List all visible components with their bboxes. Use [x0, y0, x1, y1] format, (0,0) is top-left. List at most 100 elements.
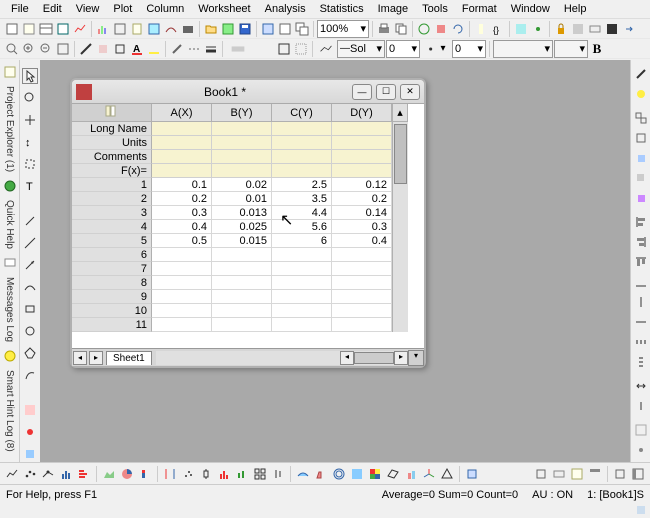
menu-format[interactable]: Format	[455, 1, 504, 17]
horizontal-scrollbar[interactable]	[354, 352, 394, 364]
region-tool-icon[interactable]	[22, 367, 38, 383]
new-project-icon[interactable]	[4, 21, 20, 37]
new-notes-icon[interactable]	[129, 21, 145, 37]
cell[interactable]: 2.5	[272, 178, 332, 192]
new-matrix-icon[interactable]	[55, 21, 71, 37]
import-multiple-icon[interactable]	[294, 21, 310, 37]
scatter-plot-button[interactable]	[22, 466, 38, 482]
font-combo[interactable]: ▾	[493, 40, 553, 58]
zoom-combo[interactable]: 100%▾	[317, 20, 369, 38]
draw-tool-icon[interactable]	[22, 213, 38, 229]
script-icon[interactable]	[570, 21, 586, 37]
align-bottom-icon[interactable]	[633, 274, 649, 290]
column-header-c[interactable]: C(Y)	[272, 104, 332, 122]
row-fx[interactable]: F(x)=	[72, 164, 152, 178]
template-library-icon[interactable]	[180, 21, 196, 37]
import-wizard-icon[interactable]	[260, 21, 276, 37]
rescale-all-icon[interactable]	[55, 41, 71, 57]
new-layout-icon[interactable]	[112, 21, 128, 37]
quick-help-tab[interactable]: Quick Help	[2, 196, 17, 253]
align-left-icon[interactable]	[633, 214, 649, 230]
first-sheet-button[interactable]: ◂	[73, 351, 87, 365]
code-builder-icon[interactable]: {}	[490, 21, 506, 37]
window-titlebar[interactable]: Book1 * — ☐ ✕	[72, 80, 424, 104]
mask-point-icon[interactable]	[22, 424, 38, 440]
new-graph2-icon[interactable]	[95, 21, 111, 37]
menu-statistics[interactable]: Statistics	[313, 1, 371, 17]
template-plot-button[interactable]	[464, 466, 480, 482]
hint-toggle-icon[interactable]	[2, 348, 18, 364]
minimize-button[interactable]: —	[352, 84, 372, 100]
3d-xyz-button[interactable]	[421, 466, 437, 482]
prev-sheet-button[interactable]: ▸	[89, 351, 103, 365]
pattern-icon[interactable]	[226, 41, 250, 57]
back-icon[interactable]	[633, 170, 649, 186]
import-ascii-icon[interactable]	[277, 21, 293, 37]
column-plot-button[interactable]	[58, 466, 74, 482]
rescale-icon[interactable]	[4, 41, 20, 57]
ungroup-icon[interactable]	[633, 130, 649, 146]
transfer-icon[interactable]	[621, 21, 637, 37]
bring-data-icon[interactable]	[633, 190, 649, 206]
bold-button[interactable]: B	[589, 41, 605, 57]
arrow-tool-icon[interactable]	[22, 257, 38, 273]
light-icon[interactable]	[633, 86, 649, 102]
no-border-icon[interactable]	[293, 41, 309, 57]
scroll-down-button[interactable]: ▾	[408, 350, 424, 366]
worksheet[interactable]: A(X) B(Y) C(Y) D(Y) ▴ Long Name Units Co…	[72, 104, 424, 348]
cell[interactable]: 0.4	[332, 234, 392, 248]
menu-column[interactable]: Column	[139, 1, 191, 17]
menu-plot[interactable]: Plot	[106, 1, 139, 17]
corner-cell[interactable]	[72, 104, 152, 122]
group-icon[interactable]	[633, 110, 649, 126]
align-right-icon[interactable]	[633, 234, 649, 250]
line-tool-icon[interactable]	[22, 235, 38, 251]
line-style-combo[interactable]: — Sol▾	[337, 40, 385, 58]
results-icon[interactable]	[569, 466, 585, 482]
cell[interactable]: 0.14	[332, 206, 392, 220]
workbook-window[interactable]: Book1 * — ☐ ✕ A(X) B(Y) C(Y) D(Y) ▴ Long…	[70, 78, 426, 368]
highlight-icon[interactable]	[146, 41, 162, 57]
cell[interactable]: 4.4	[272, 206, 332, 220]
mask-roi-icon[interactable]	[22, 402, 38, 418]
row-number[interactable]: 1	[72, 178, 152, 192]
text-tool-icon[interactable]: T	[22, 178, 38, 194]
close-button[interactable]: ✕	[400, 84, 420, 100]
menu-worksheet[interactable]: Worksheet	[191, 1, 257, 17]
3d-bar-button[interactable]	[313, 466, 329, 482]
selection-tool-icon[interactable]	[22, 156, 38, 172]
snap-grid-icon[interactable]	[633, 422, 649, 438]
fill-picker-icon[interactable]	[112, 41, 128, 57]
area-plot-button[interactable]	[101, 466, 117, 482]
curve-tool-icon[interactable]	[22, 279, 38, 295]
pt-size-combo[interactable]: 0▾	[452, 40, 486, 58]
cell[interactable]: 0.3	[152, 206, 212, 220]
project-explorer-tab[interactable]: Project Explorer (1)	[2, 82, 17, 176]
align-vcenter-icon[interactable]	[633, 314, 649, 330]
row-number[interactable]: 4	[72, 220, 152, 234]
recalculate-icon[interactable]	[416, 21, 432, 37]
cell[interactable]: 0.12	[332, 178, 392, 192]
3d-surface-button[interactable]	[295, 466, 311, 482]
snap-axis-icon[interactable]	[633, 502, 649, 518]
line-weight-icon[interactable]	[203, 41, 219, 57]
size-combo[interactable]: 0▾	[386, 40, 420, 58]
menu-window[interactable]: Window	[504, 1, 557, 17]
menu-analysis[interactable]: Analysis	[258, 1, 313, 17]
cell[interactable]: 5.6	[272, 220, 332, 234]
front-icon[interactable]	[633, 150, 649, 166]
row-units[interactable]: Units	[72, 136, 152, 150]
hscroll-right-button[interactable]: ▸	[394, 351, 408, 365]
print-icon[interactable]	[376, 21, 392, 37]
cell[interactable]: 0.015	[212, 234, 272, 248]
stock-button[interactable]	[270, 466, 286, 482]
bar-plot-button[interactable]	[76, 466, 92, 482]
font-color-icon[interactable]: A	[129, 41, 145, 57]
save-icon[interactable]	[237, 21, 253, 37]
align-top-icon[interactable]	[633, 254, 649, 270]
headers-toggle-icon[interactable]	[587, 466, 603, 482]
refresh-icon[interactable]	[450, 21, 466, 37]
heatmap-button[interactable]	[367, 466, 383, 482]
circle-tool-icon[interactable]	[22, 323, 38, 339]
dist-v-icon[interactable]	[633, 354, 649, 370]
